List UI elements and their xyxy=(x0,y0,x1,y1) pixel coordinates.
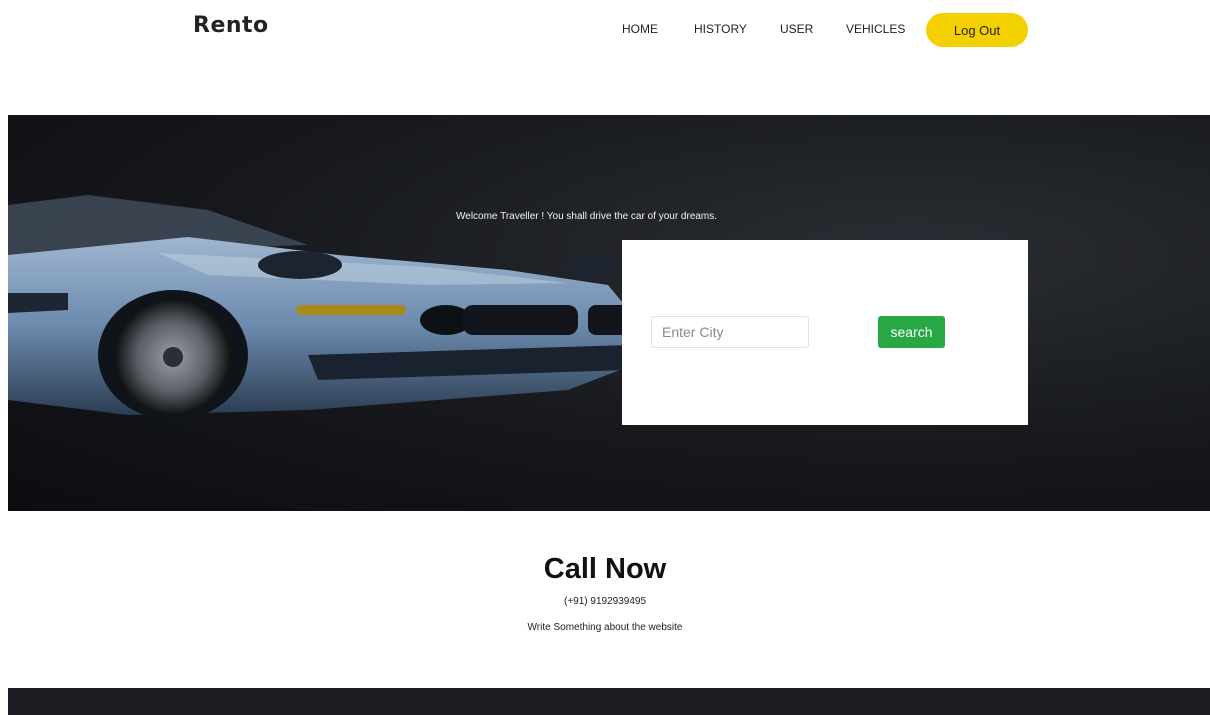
city-input[interactable] xyxy=(651,316,809,348)
nav-user[interactable]: USER xyxy=(780,22,813,36)
nav-home[interactable]: HOME xyxy=(622,22,658,36)
search-card: search xyxy=(622,240,1028,425)
call-title: Call Now xyxy=(543,553,667,585)
site-footer xyxy=(8,688,1210,715)
call-phone: (+91) 9192939495 xyxy=(563,596,647,607)
site-header: Rento HOME HISTORY USER VEHICLES Log Out xyxy=(0,0,1210,70)
logout-button[interactable]: Log Out xyxy=(926,13,1028,47)
nav-vehicles[interactable]: VEHICLES xyxy=(846,22,905,36)
call-description: Write Something about the website xyxy=(527,622,683,633)
hero-banner: Welcome Traveller ! You shall drive the … xyxy=(8,115,1210,511)
nav-history[interactable]: HISTORY xyxy=(694,22,747,36)
search-button[interactable]: search xyxy=(878,316,945,348)
site-logo[interactable]: Rento xyxy=(193,13,269,38)
welcome-text: Welcome Traveller ! You shall drive the … xyxy=(456,211,718,222)
